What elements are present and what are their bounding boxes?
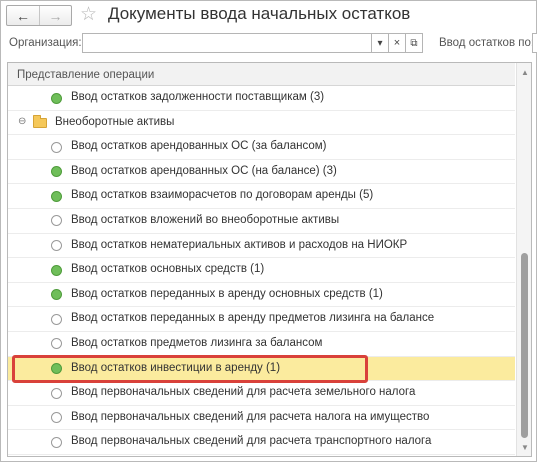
status-filled-icon bbox=[51, 363, 62, 375]
window-frame: ← → ☆ Документы ввода начальных остатков… bbox=[0, 0, 537, 462]
group-row[interactable]: ⊖ Внеоборотные активы bbox=[8, 111, 515, 136]
filter-bar: Организация: ▾ × ⧉ Ввод остатков по: bbox=[1, 31, 537, 57]
collapse-icon[interactable]: ⊖ bbox=[18, 116, 26, 127]
organization-clear-button[interactable]: × bbox=[389, 33, 406, 53]
forward-button[interactable]: → bbox=[39, 6, 71, 25]
table-row[interactable]: Ввод первоначальных сведений для расчета… bbox=[8, 406, 515, 431]
table-row[interactable]: Ввод остатков переданных в аренду основн… bbox=[8, 283, 515, 308]
scrollbar-thumb[interactable] bbox=[521, 253, 528, 438]
input-date-label: Ввод остатков по: bbox=[439, 37, 535, 49]
table-row[interactable]: Ввод первоначальных сведений для расчета… bbox=[8, 430, 515, 455]
star-icon[interactable]: ☆ bbox=[80, 3, 97, 26]
table-row[interactable]: Ввод остатков переданных в аренду предме… bbox=[8, 307, 515, 332]
organization-label: Организация: bbox=[9, 37, 82, 49]
nav-buttons: ← → bbox=[6, 5, 72, 26]
status-filled-icon bbox=[51, 92, 62, 104]
operations-table: Представление операции Ввод остатков зад… bbox=[7, 62, 532, 457]
open-icon: ⧉ bbox=[410, 37, 418, 49]
table-row-selected[interactable]: Ввод остатков инвестиции в аренду (1) bbox=[8, 356, 515, 382]
row-label: Ввод остатков нематериальных активов и р… bbox=[71, 238, 408, 251]
row-label: Ввод первоначальных сведений для расчета… bbox=[71, 435, 432, 448]
status-empty-icon bbox=[51, 387, 62, 399]
table-row[interactable]: Ввод остатков вложений во внеоборотные а… bbox=[8, 209, 515, 234]
table-row[interactable]: Ввод остатков арендованных ОС (на баланс… bbox=[8, 160, 515, 185]
row-label: Ввод остатков арендованных ОС (на баланс… bbox=[71, 164, 337, 177]
table-row[interactable]: Ввод остатков арендованных ОС (за баланс… bbox=[8, 135, 515, 160]
row-label: Ввод остатков предметов лизинга за балан… bbox=[71, 336, 323, 349]
arrow-left-icon: ← bbox=[16, 7, 30, 24]
status-empty-icon bbox=[51, 436, 62, 448]
row-label: Ввод остатков переданных в аренду предме… bbox=[71, 312, 435, 325]
back-button[interactable]: ← bbox=[7, 6, 39, 25]
table-body: Ввод остатков задолженности поставщикам … bbox=[8, 86, 515, 455]
status-empty-icon bbox=[51, 141, 62, 153]
row-label: Ввод остатков взаиморасчетов по договора… bbox=[71, 189, 374, 202]
organization-open-button[interactable]: ⧉ bbox=[406, 33, 423, 53]
row-label: Ввод остатков основных средств (1) bbox=[71, 263, 265, 276]
group-label: Внеоборотные активы bbox=[55, 115, 175, 128]
close-icon: × bbox=[393, 37, 401, 49]
title-bar: ← → ☆ Документы ввода начальных остатков bbox=[1, 1, 536, 31]
chevron-down-icon: ▾ bbox=[377, 37, 383, 49]
column-header[interactable]: Представление операции bbox=[8, 63, 515, 86]
row-label: Ввод остатков инвестиции в аренду (1) bbox=[71, 361, 281, 374]
scroll-down-icon[interactable]: ▼ bbox=[517, 440, 531, 454]
table-row[interactable]: Ввод остатков основных средств (1) bbox=[8, 258, 515, 283]
status-filled-icon bbox=[51, 264, 62, 276]
arrow-right-icon: → bbox=[48, 7, 63, 24]
table-row[interactable]: Ввод остатков задолженности поставщикам … bbox=[8, 86, 515, 111]
status-empty-icon bbox=[51, 338, 62, 350]
row-label: Ввод первоначальных сведений для расчета… bbox=[71, 410, 430, 423]
status-filled-icon bbox=[51, 289, 62, 301]
organization-input[interactable] bbox=[82, 33, 372, 53]
status-empty-icon bbox=[51, 313, 62, 325]
row-label: Ввод остатков задолженности поставщикам … bbox=[71, 91, 325, 103]
row-label: Ввод остатков переданных в аренду основн… bbox=[71, 287, 383, 300]
row-label: Ввод остатков арендованных ОС (за баланс… bbox=[71, 140, 327, 153]
row-label: Ввод остатков вложений во внеоборотные а… bbox=[71, 213, 340, 226]
status-empty-icon bbox=[51, 240, 62, 252]
table-row[interactable]: Ввод остатков взаиморасчетов по договора… bbox=[8, 184, 515, 209]
vertical-scrollbar[interactable]: ▲ ▼ bbox=[516, 63, 531, 456]
table-row[interactable]: Ввод первоначальных сведений для расчета… bbox=[8, 381, 515, 406]
status-empty-icon bbox=[51, 215, 62, 227]
table-row[interactable]: Ввод остатков предметов лизинга за балан… bbox=[8, 332, 515, 357]
status-filled-icon bbox=[51, 190, 62, 202]
row-label: Ввод первоначальных сведений для расчета… bbox=[71, 386, 416, 399]
organization-dropdown-button[interactable]: ▾ bbox=[372, 33, 389, 53]
page-title: Документы ввода начальных остатков bbox=[108, 4, 411, 23]
table-row[interactable]: Ввод остатков нематериальных активов и р… bbox=[8, 234, 515, 259]
status-filled-icon bbox=[51, 166, 62, 178]
scroll-up-icon[interactable]: ▲ bbox=[517, 65, 531, 79]
status-empty-icon bbox=[51, 412, 62, 424]
folder-icon bbox=[33, 114, 47, 128]
input-date-field[interactable] bbox=[532, 33, 537, 53]
